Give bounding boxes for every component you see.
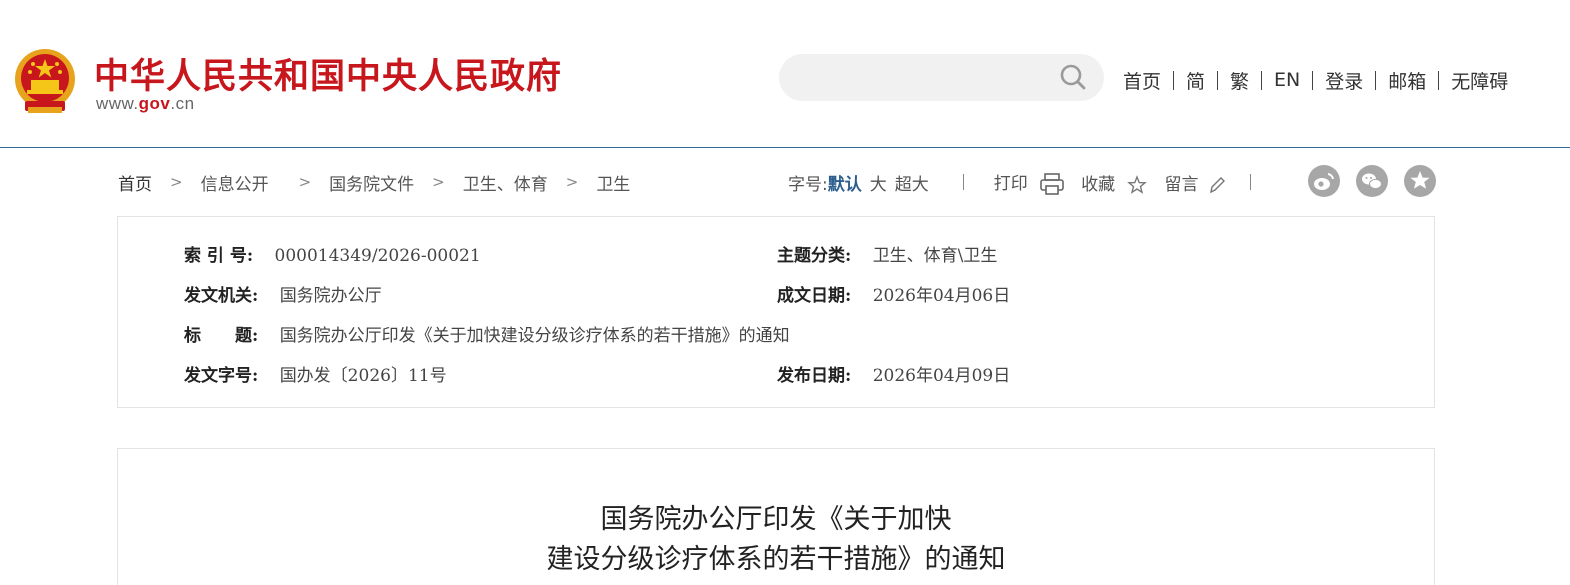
site-url-suffix: .cn [170, 94, 195, 113]
breadcrumb-health[interactable]: 卫生 [596, 170, 630, 195]
comment-label: 留言 [1164, 174, 1199, 195]
nav-login[interactable]: 登录 [1325, 67, 1363, 94]
national-emblem-icon[interactable] [13, 45, 77, 115]
tools-divider [1249, 174, 1251, 190]
published-value: 2026年04月09日 [872, 366, 1011, 386]
chevron-right-icon: > [170, 173, 183, 191]
created-value: 2026年04月06日 [872, 286, 1011, 306]
nav-divider [1217, 70, 1219, 90]
nav-mailbox[interactable]: 邮箱 [1388, 67, 1426, 94]
wechat-icon[interactable] [1356, 165, 1388, 197]
top-nav: 首页 简 繁 EN 登录 邮箱 无障碍 [1123, 66, 1508, 94]
breadcrumb-state-council-docs[interactable]: 国务院文件 [329, 170, 414, 195]
favorite-label: 收藏 [1081, 174, 1116, 195]
chevron-right-icon: > [298, 173, 312, 191]
nav-divider [1173, 70, 1175, 90]
star-icon [1126, 174, 1147, 194]
site-header: 中华人民共和国中央人民政府 www.gov.cn 首页 简 繁 EN 登录 邮箱… [0, 0, 1570, 148]
title-label: 标 题: [184, 326, 259, 346]
nav-english[interactable]: EN [1274, 69, 1300, 91]
breadcrumb-info-disclosure[interactable]: 信息公开 [201, 170, 269, 195]
nav-home[interactable]: 首页 [1123, 67, 1161, 94]
article-title: 国务院办公厅印发《关于加快 建设分级诊疗体系的若干措施》的通知 [0, 500, 1552, 580]
site-title[interactable]: 中华人民共和国中央人民政府 [94, 48, 562, 99]
font-size-xlarge[interactable]: 超大 [895, 170, 929, 195]
favorite-button[interactable]: 收藏 [1081, 170, 1147, 195]
breadcrumb-home[interactable]: 首页 [118, 170, 152, 195]
qzone-icon[interactable] [1404, 165, 1436, 197]
search-input[interactable] [797, 64, 1057, 92]
print-button[interactable]: 打印 [994, 169, 1065, 196]
font-size-default[interactable]: 默认 [828, 170, 862, 195]
info-row-index: 索 引 号: 000014349/2026-00021 [184, 241, 481, 266]
breadcrumb-health-sports[interactable]: 卫生、体育 [463, 170, 548, 195]
font-size-large[interactable]: 大 [870, 170, 887, 195]
title-value: 国务院办公厅印发《关于加快建设分级诊疗体系的若干措施》的通知 [279, 326, 790, 346]
site-url-prefix: www. [96, 94, 139, 113]
site-url-domain: gov [138, 94, 171, 113]
weibo-icon[interactable] [1308, 165, 1340, 197]
search-icon[interactable] [1058, 62, 1088, 92]
info-row-docno: 发文字号: 国办发〔2026〕11号 [184, 361, 447, 386]
nav-divider [1261, 70, 1263, 90]
breadcrumb: 首页 > 信息公开 > 国务院文件 > 卫生、体育 > 卫生 [118, 170, 630, 195]
created-label: 成文日期: [777, 286, 852, 306]
search-box [779, 54, 1104, 101]
docno-label: 发文字号: [184, 366, 259, 386]
comment-button[interactable]: 留言 [1165, 170, 1226, 195]
article-title-line2: 建设分级诊疗体系的若干措施》的通知 [546, 544, 1006, 575]
info-row-category: 主题分类: 卫生、体育\卫生 [777, 241, 997, 266]
info-row-created: 成文日期: 2026年04月06日 [777, 281, 1010, 306]
info-row-title: 标 题: 国务院办公厅印发《关于加快建设分级诊疗体系的若干措施》的通知 [184, 321, 790, 346]
tools-divider [962, 174, 964, 190]
category-value: 卫生、体育\卫生 [872, 246, 998, 266]
info-row-published: 发布日期: 2026年04月09日 [777, 361, 1010, 386]
published-label: 发布日期: [777, 366, 852, 386]
index-value: 000014349/2026-00021 [274, 246, 481, 266]
nav-simplified[interactable]: 简 [1186, 67, 1205, 94]
issuer-label: 发文机关: [184, 286, 259, 306]
category-label: 主题分类: [777, 246, 852, 266]
nav-divider [1438, 70, 1440, 90]
nav-accessibility[interactable]: 无障碍 [1451, 67, 1508, 94]
chevron-right-icon: > [432, 173, 445, 191]
pencil-icon [1209, 176, 1225, 193]
issuer-value: 国务院办公厅 [279, 286, 382, 306]
nav-divider [1312, 70, 1314, 90]
site-url[interactable]: www.gov.cn [96, 94, 195, 114]
index-label: 索 引 号: [184, 246, 254, 266]
nav-traditional[interactable]: 繁 [1230, 67, 1249, 94]
nav-divider [1375, 70, 1377, 90]
article-tools: 字号: 默认 大 超大 打印 收藏 留言 [788, 168, 1251, 196]
chevron-right-icon: > [565, 173, 579, 191]
article-title-line1: 国务院办公厅印发《关于加快 [600, 504, 952, 535]
docno-value: 国办发〔2026〕11号 [279, 366, 447, 386]
print-label: 打印 [993, 173, 1028, 194]
printer-icon [1040, 172, 1064, 195]
font-size-label: 字号: [788, 174, 828, 195]
info-row-issuer: 发文机关: 国务院办公厅 [184, 281, 382, 306]
